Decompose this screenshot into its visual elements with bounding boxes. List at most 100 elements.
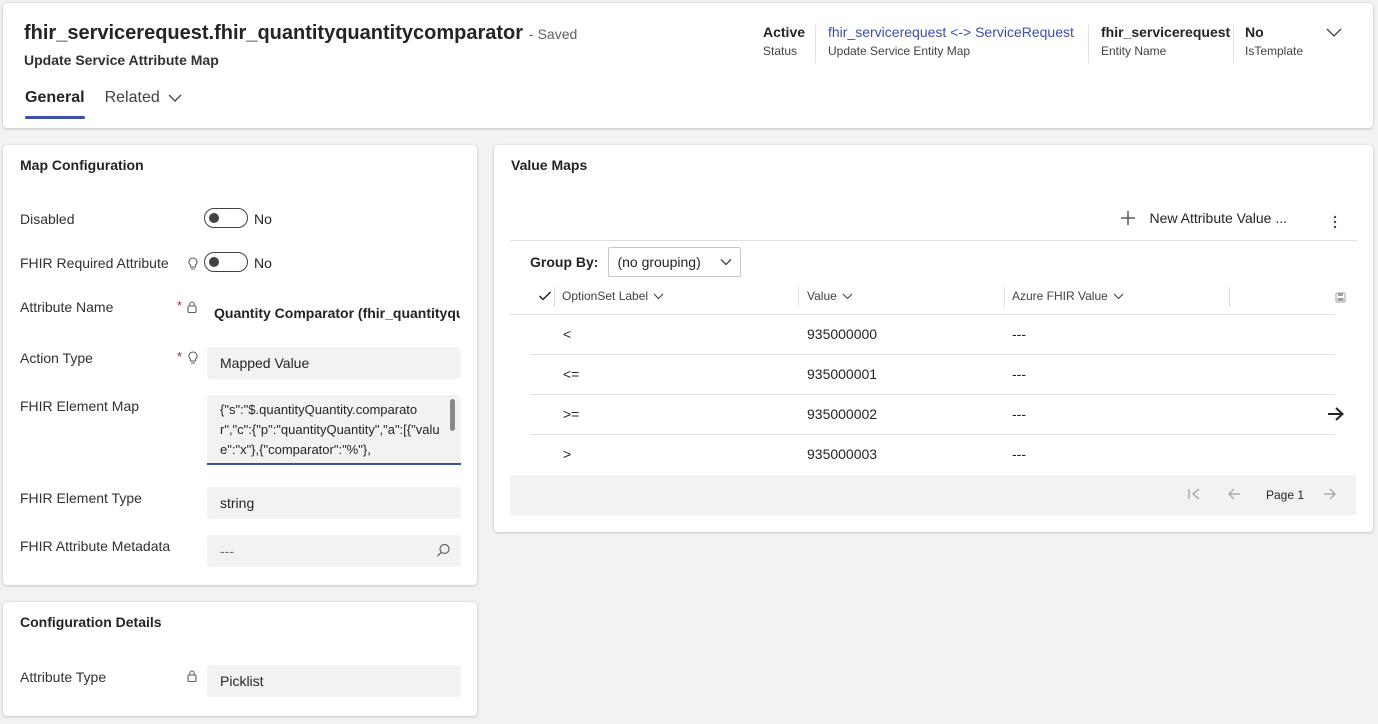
group-by-value: (no grouping) xyxy=(617,254,701,270)
chevron-down-icon xyxy=(168,94,182,102)
section-title: Map Configuration xyxy=(20,157,144,173)
value-maps-section: Value Maps New Attribute Value ... Group… xyxy=(494,145,1373,532)
istemplate-label: IsTemplate xyxy=(1245,44,1304,58)
fhir-required-toggle[interactable] xyxy=(204,252,248,272)
select-all-checkmark-icon[interactable] xyxy=(538,290,552,302)
azure-fhir-value-cell: --- xyxy=(1012,406,1026,422)
header-divider xyxy=(1233,25,1234,63)
next-page-icon[interactable] xyxy=(1323,487,1337,501)
grid-header: OptionSet Label Value Azure FHIR Value xyxy=(510,281,1335,315)
field-label: Action Type xyxy=(20,350,93,366)
azure-fhir-value-cell: --- xyxy=(1012,326,1026,342)
table-row[interactable]: <= 935000001 --- xyxy=(530,355,1335,395)
record-subtitle: Update Service Attribute Map xyxy=(24,52,219,68)
value-cell: 935000001 xyxy=(807,366,878,382)
required-marker: * xyxy=(177,349,183,364)
new-attribute-value-button[interactable]: New Attribute Value ... xyxy=(1120,210,1287,226)
command-bar: New Attribute Value ... xyxy=(1120,210,1287,226)
plus-icon xyxy=(1120,211,1135,225)
field-label: Attribute Name xyxy=(20,299,114,315)
status-label: Status xyxy=(763,44,798,58)
chevron-down-icon xyxy=(842,293,853,299)
expand-header-chevron-icon[interactable] xyxy=(1325,25,1347,45)
fhir-attribute-metadata-lookup[interactable]: --- xyxy=(207,535,461,567)
textarea-scrollbar[interactable] xyxy=(450,399,455,431)
divider xyxy=(510,240,1357,241)
value-cell: 935000003 xyxy=(807,446,878,462)
page-indicator: Page 1 xyxy=(1266,488,1305,502)
column-separator xyxy=(1229,287,1230,307)
open-record-arrow-icon[interactable] xyxy=(1327,406,1345,422)
tab-general[interactable]: General xyxy=(25,89,85,119)
group-by-select[interactable]: (no grouping) xyxy=(608,247,742,277)
column-header-value[interactable]: Value xyxy=(807,289,853,303)
record-header: fhir_servicerequest.fhir_quantityquantit… xyxy=(3,3,1373,128)
fhir-element-map-textarea[interactable]: {"s":"$.quantityQuantity.comparator","c"… xyxy=(207,395,461,465)
save-icon[interactable] xyxy=(1335,292,1346,303)
field-label: FHIR Attribute Metadata xyxy=(20,538,171,554)
optionset-label-cell: <= xyxy=(563,366,580,382)
column-header-label: Azure FHIR Value xyxy=(1012,289,1108,303)
record-title: fhir_servicerequest.fhir_quantityquantit… xyxy=(24,22,577,45)
previous-page-icon[interactable] xyxy=(1227,487,1241,501)
section-title: Value Maps xyxy=(511,157,588,173)
field-label: FHIR Required Attribute xyxy=(20,255,169,271)
column-header-azure-fhir-value[interactable]: Azure FHIR Value xyxy=(1012,289,1124,303)
optionset-label-cell: > xyxy=(563,446,572,462)
status-value: Active xyxy=(763,24,806,40)
table-row[interactable]: >= 935000002 --- xyxy=(530,395,1344,435)
table-row[interactable]: < 935000000 --- xyxy=(530,315,1335,355)
column-separator xyxy=(798,287,799,307)
save-status: - Saved xyxy=(529,26,578,42)
attribute-type-value: Picklist xyxy=(207,665,461,697)
field-label: FHIR Element Map xyxy=(20,398,140,414)
column-separator xyxy=(554,287,555,307)
record-title-text: fhir_servicerequest.fhir_quantityquantit… xyxy=(24,22,524,44)
map-configuration-section: Map Configuration Disabled No FHIR Requi… xyxy=(3,145,477,585)
value-cell: 935000000 xyxy=(807,326,878,342)
grid-pager: Page 1 xyxy=(510,475,1356,515)
more-options-icon[interactable] xyxy=(1333,215,1337,229)
header-field-status: Active Status xyxy=(763,24,805,58)
column-header-label: Value xyxy=(807,289,837,303)
azure-fhir-value-cell: --- xyxy=(1012,366,1026,382)
optionset-label-cell: < xyxy=(563,326,572,342)
header-divider xyxy=(815,25,816,63)
tab-list: General Related xyxy=(25,89,202,119)
table-row[interactable]: > 935000003 --- xyxy=(530,435,1335,475)
column-header-label: OptionSet Label xyxy=(562,289,649,303)
tab-related[interactable]: Related xyxy=(105,89,182,117)
configuration-details-section: Configuration Details Attribute Type Pic… xyxy=(3,602,477,716)
toggle-value: No xyxy=(254,255,272,271)
disabled-toggle[interactable] xyxy=(204,208,248,228)
chevron-down-icon xyxy=(1113,293,1124,299)
chevron-down-icon xyxy=(653,293,664,299)
section-title: Configuration Details xyxy=(20,614,162,630)
entity-map-label: Update Service Entity Map xyxy=(828,44,971,58)
column-separator xyxy=(1004,287,1005,307)
toggle-value: No xyxy=(254,211,272,227)
istemplate-value: No xyxy=(1245,24,1264,40)
entity-map-link[interactable]: fhir_servicerequest <-> ServiceRequest xyxy=(828,24,1074,40)
value-cell: 935000002 xyxy=(807,406,878,422)
fhir-element-type-input[interactable]: string xyxy=(207,487,461,519)
entity-name-label: Entity Name xyxy=(1101,44,1167,58)
new-button-label: New Attribute Value ... xyxy=(1149,210,1287,226)
first-page-icon[interactable] xyxy=(1187,487,1201,501)
search-icon[interactable] xyxy=(436,543,451,558)
required-marker: * xyxy=(177,298,183,313)
entity-name-value: fhir_servicerequest xyxy=(1101,24,1231,40)
header-field-entity-name: fhir_servicerequest Entity Name xyxy=(1101,24,1230,58)
header-field-entity-map: fhir_servicerequest <-> ServiceRequest U… xyxy=(828,24,1074,58)
chevron-down-icon xyxy=(720,259,732,266)
value-maps-grid: OptionSet Label Value Azure FHIR Value <… xyxy=(510,281,1344,475)
action-type-select[interactable]: Mapped Value xyxy=(207,347,461,379)
tab-general-label: General xyxy=(25,89,85,106)
column-header-optionset-label[interactable]: OptionSet Label xyxy=(562,289,664,303)
field-label: FHIR Element Type xyxy=(20,490,142,506)
attribute-name-value: Quantity Comparator (fhir_quantityqua xyxy=(214,305,460,321)
optionset-label-cell: >= xyxy=(563,406,580,422)
tab-related-label: Related xyxy=(104,89,160,106)
textarea-content: {"s":"$.quantityQuantity.comparator","c"… xyxy=(220,402,440,457)
header-divider xyxy=(1088,25,1089,63)
